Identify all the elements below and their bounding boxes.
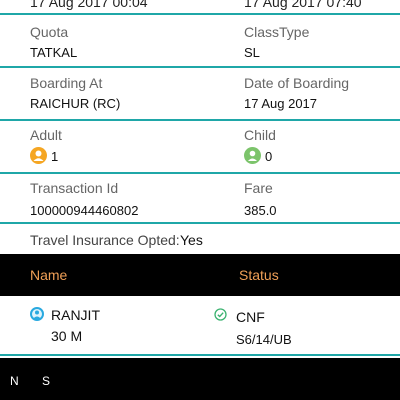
insurance-row: Travel Insurance Opted: Yes	[0, 224, 400, 254]
transaction-id-label: Transaction Id	[30, 180, 119, 196]
check-circle-icon	[214, 308, 227, 321]
quota-class-row: Quota TATKAL ClassType SL	[0, 15, 400, 65]
insurance-value: Yes	[180, 232, 203, 248]
insurance-label: Travel Insurance Opted:	[30, 232, 180, 248]
person-icon	[30, 307, 44, 321]
berth-number: S6/14/UB	[236, 332, 292, 347]
date-of-boarding-label: Date of Boarding	[244, 75, 350, 91]
child-icon	[244, 147, 261, 164]
boarding-row: Boarding At RAICHUR (RC) Date of Boardin…	[0, 68, 400, 118]
booking-status: CNF	[236, 309, 265, 325]
passenger-count-row: Adult 1 Child 0	[0, 121, 400, 171]
fare-label: Fare	[244, 180, 273, 196]
passenger-age-gender: 30 M	[51, 328, 83, 344]
divider	[0, 354, 400, 356]
table-row: RANJIT 30 M CNF S6/14/UB	[0, 296, 400, 354]
boarding-at-label: Boarding At	[30, 75, 103, 91]
transaction-row: Transaction Id 100000944460802 Fare 385.…	[0, 174, 400, 222]
adult-icon	[30, 147, 47, 164]
classtype-value: SL	[244, 45, 260, 60]
footer-item-s[interactable]: S	[42, 374, 50, 388]
boarding-at-value: RAICHUR (RC)	[30, 96, 121, 111]
adult-count: 1	[51, 149, 59, 164]
status-column-header: Status	[239, 267, 279, 283]
footer-bar: N S	[0, 358, 400, 400]
child-label: Child	[244, 127, 276, 143]
name-column-header: Name	[30, 267, 68, 283]
date-of-boarding-value: 17 Aug 2017	[244, 96, 318, 111]
passenger-name: RANJIT	[51, 307, 100, 323]
arrival-time: 17 Aug 2017 07:40	[244, 0, 362, 10]
quota-label: Quota	[30, 24, 69, 40]
classtype-label: ClassType	[244, 24, 310, 40]
adult-label: Adult	[30, 127, 62, 143]
fare-value: 385.0	[244, 203, 277, 218]
child-count: 0	[265, 149, 273, 164]
journey-time-row: 17 Aug 2017 00:04 17 Aug 2017 07:40	[0, 0, 400, 12]
departure-time: 17 Aug 2017 00:04	[30, 0, 148, 10]
transaction-id-value: 100000944460802	[30, 203, 139, 218]
quota-value: TATKAL	[30, 45, 78, 60]
footer-item-n[interactable]: N	[10, 374, 19, 388]
passenger-table-header: Name Status	[0, 254, 400, 296]
